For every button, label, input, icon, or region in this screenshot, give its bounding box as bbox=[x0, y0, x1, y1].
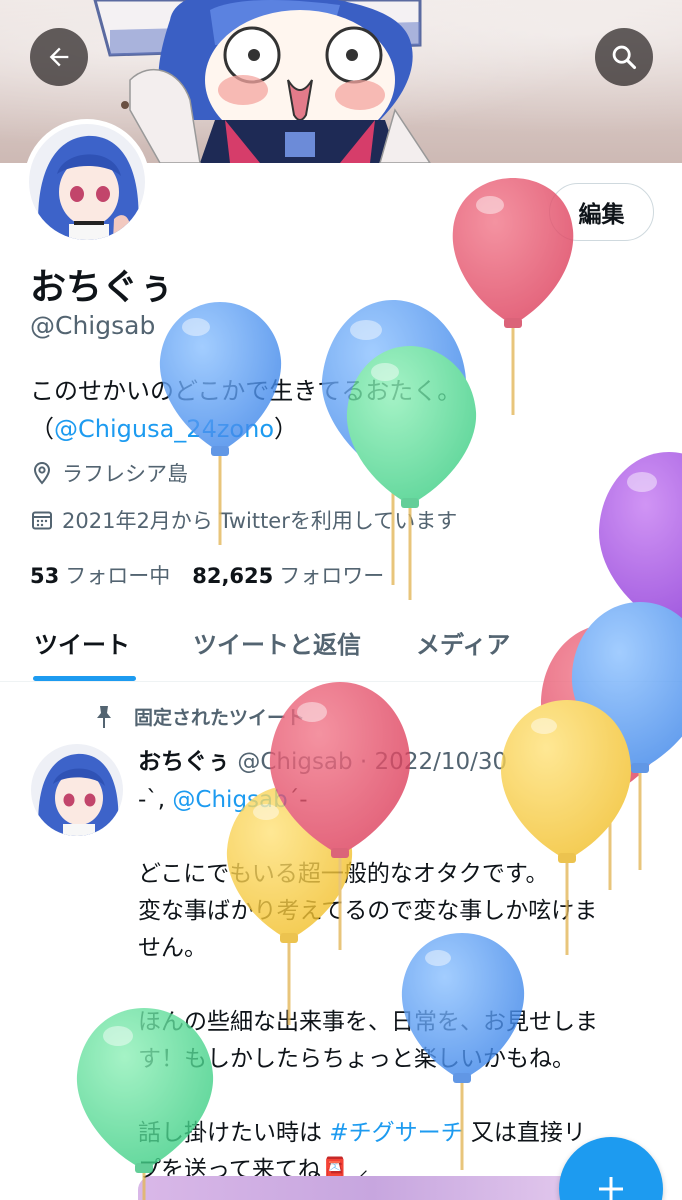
edit-profile-button[interactable]: 編集 bbox=[549, 183, 654, 241]
search-icon bbox=[612, 45, 637, 70]
profile-avatar[interactable] bbox=[24, 119, 150, 245]
follow-stats: 53 フォロー中 82,625 フォロワー bbox=[30, 560, 384, 590]
profile-location: ラフレシア島 bbox=[30, 458, 188, 488]
calendar-icon bbox=[32, 511, 52, 530]
tab-tweets[interactable]: ツイート bbox=[34, 625, 130, 660]
tweet-line: ほんの些細な出来事を、日常を、お見せしま bbox=[138, 1009, 598, 1035]
tweet-line: せん。 bbox=[138, 935, 207, 961]
search-button[interactable] bbox=[595, 28, 653, 86]
pin-icon bbox=[97, 705, 111, 728]
tweet-line: 変な事ばかり考えてるので変な事しか呟けま bbox=[138, 898, 598, 924]
avatar-image bbox=[31, 744, 123, 836]
tweet-author-name: おちぐぅ bbox=[138, 749, 230, 775]
active-tab-indicator bbox=[33, 676, 136, 681]
plus-icon bbox=[599, 1177, 623, 1200]
tweet-author-avatar[interactable] bbox=[31, 744, 123, 836]
arrow-left-icon bbox=[49, 47, 69, 67]
followers-link[interactable]: 82,625 フォロワー bbox=[192, 560, 384, 590]
profile-display-name: おちぐぅ bbox=[30, 267, 175, 308]
hashtag-link[interactable]: #チグサーチ bbox=[329, 1120, 463, 1146]
profile-handle: @Chigsab bbox=[30, 311, 156, 340]
tweet-mention-link[interactable]: @Chigsab bbox=[172, 787, 287, 813]
tweet-line: どこにでもいる超一般的なオタクです。 bbox=[138, 861, 549, 887]
tweet-text: -`, @Chigsab´- どこにでもいる超一般的なオタクです。 変な事ばかり… bbox=[138, 782, 658, 1189]
tab-media[interactable]: メディア bbox=[416, 625, 510, 660]
bio-line-2: （@Chigusa_24zono） bbox=[30, 415, 299, 443]
following-link[interactable]: 53 フォロー中 bbox=[30, 560, 170, 590]
profile-bio: このせかいのどこかで生きてるおたく。 （@Chigusa_24zono） bbox=[30, 372, 650, 448]
tweet-header: おちぐぅ @Chigsab · 2022/10/30 bbox=[138, 742, 507, 776]
back-button[interactable] bbox=[30, 28, 88, 86]
tab-tweets-and-replies[interactable]: ツイートと返信 bbox=[193, 625, 361, 660]
bio-mention-link[interactable]: @Chigusa_24zono bbox=[54, 415, 274, 443]
profile-join-date: 2021年2月から Twitterを利用しています bbox=[30, 505, 457, 535]
tweet-author-meta: @Chigsab · 2022/10/30 bbox=[237, 749, 508, 775]
balloon-purple bbox=[598, 452, 682, 735]
location-pin-icon bbox=[33, 461, 51, 485]
tweet-line: -`, @Chigsab´- bbox=[138, 787, 308, 813]
pinned-tweet-label: 固定されたツイート bbox=[92, 703, 305, 730]
bio-line-1: このせかいのどこかで生きてるおたく。 bbox=[30, 377, 462, 405]
profile-tabs: ツイート ツイートと返信 メディア bbox=[0, 605, 682, 682]
avatar-image bbox=[29, 124, 145, 240]
tweet-line: す！もしかしたらちょっと楽しいかもね。 bbox=[138, 1046, 575, 1072]
tweet-media-preview[interactable] bbox=[138, 1176, 608, 1200]
